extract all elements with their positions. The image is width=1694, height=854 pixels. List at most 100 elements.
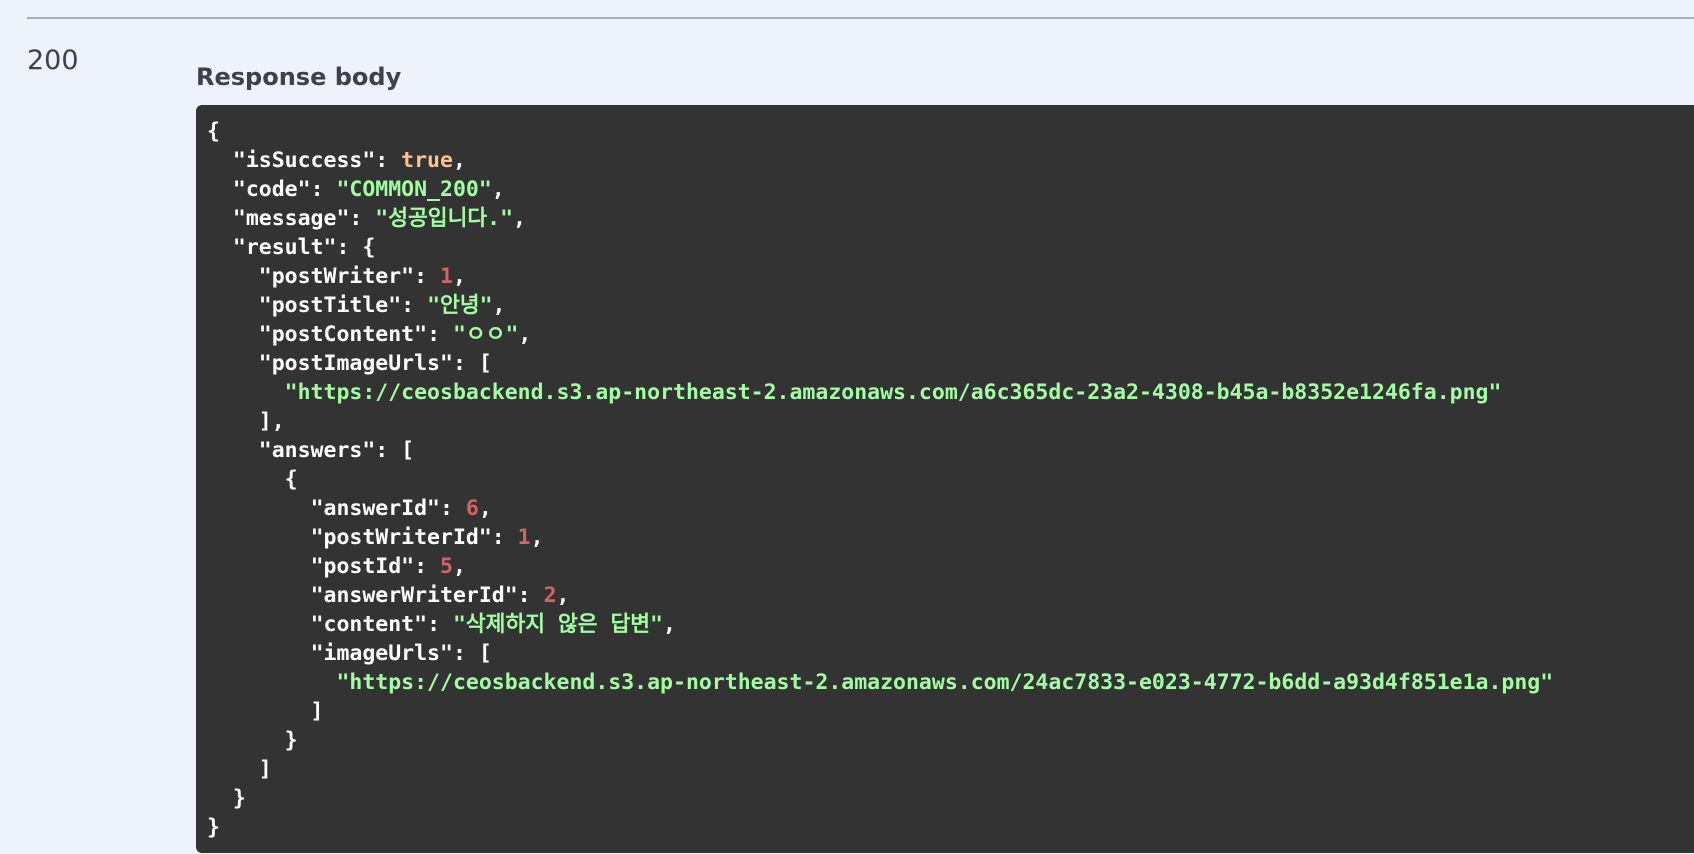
json-punctuation [207,206,233,231]
json-punctuation: : [414,554,441,579]
json-punctuation: : [ [452,641,492,666]
code-line: "isSuccess": true, [207,146,1694,175]
code-line: "postContent": "ㅇㅇ", [207,320,1694,349]
json-punctuation [207,177,233,202]
json-punctuation: : [ [375,438,415,463]
json-punctuation: : [ [452,351,492,376]
response-body-code-block[interactable]: { "isSuccess": true, "code": "COMMON_200… [196,105,1694,853]
json-punctuation: } [207,728,298,753]
code-line: } [207,813,1694,842]
json-number: 5 [440,554,453,579]
json-key: "answerWriterId" [310,583,518,608]
json-punctuation: , [452,148,466,173]
json-punctuation [207,612,311,637]
code-line: "postImageUrls": [ [207,349,1694,378]
json-string: "성공입니다." [375,206,514,231]
response-status-code: 200 [27,45,79,76]
json-punctuation: , [662,612,676,637]
json-string: "안녕" [427,293,493,318]
json-punctuation: , [491,177,505,202]
json-punctuation: } [207,786,246,811]
json-punctuation [207,583,311,608]
json-punctuation: , [530,525,544,550]
json-punctuation: : [401,293,428,318]
json-key: "code" [232,177,311,202]
json-key: "postWriter" [258,264,415,289]
json-boolean: true [401,148,453,173]
code-line: ], [207,407,1694,436]
json-punctuation: } [207,815,220,840]
json-key: "content" [310,612,428,637]
json-key: "postWriterId" [310,525,492,550]
json-number: 2 [543,583,557,608]
section-divider [27,17,1694,19]
json-string: "삭제하지 않은 답변" [452,612,663,637]
json-string: "ㅇㅇ" [452,322,519,347]
code-line: "answers": [ [207,436,1694,465]
code-line: ] [207,755,1694,784]
json-punctuation: : [517,583,544,608]
json-punctuation [207,380,285,405]
json-key: "postTitle" [258,293,402,318]
json-punctuation: ], [207,409,285,434]
json-string: "COMMON_200" [336,177,492,202]
response-body-title: Response body [196,63,402,91]
json-punctuation: , [452,264,466,289]
code-line: "postWriterId": 1, [207,523,1694,552]
json-punctuation: , [518,322,532,347]
json-punctuation [207,641,311,666]
code-line: } [207,726,1694,755]
json-punctuation: : [427,322,453,347]
json-punctuation: : [375,148,402,173]
json-number: 6 [465,496,479,521]
json-punctuation [207,525,311,550]
code-line: ] [207,697,1694,726]
json-punctuation [207,670,336,695]
code-line: { [207,465,1694,494]
json-punctuation [207,438,259,463]
json-punctuation: : [491,525,518,550]
code-line: "answerId": 6, [207,494,1694,523]
json-key: "postImageUrls" [258,351,453,376]
json-key: "postId" [310,554,415,579]
code-line: "https://ceosbackend.s3.ap-northeast-2.a… [207,668,1694,697]
code-line: "imageUrls": [ [207,639,1694,668]
json-key: "isSuccess" [232,148,376,173]
json-key: "answers" [258,438,376,463]
code-line: "message": "성공입니다.", [207,204,1694,233]
json-punctuation [207,351,259,376]
json-key: "postContent" [258,322,428,347]
json-punctuation: { [207,467,298,492]
json-punctuation [207,235,233,260]
code-line: "postWriter": 1, [207,262,1694,291]
code-line: "https://ceosbackend.s3.ap-northeast-2.a… [207,378,1694,407]
json-number: 1 [440,264,453,289]
json-punctuation: { [207,119,220,144]
json-punctuation: , [478,496,492,521]
json-punctuation [207,554,311,579]
json-punctuation [207,148,233,173]
json-string: "https://ceosbackend.s3.ap-northeast-2.a… [336,670,1554,695]
code-line: "code": "COMMON_200", [207,175,1694,204]
response-page: 200 Response body { "isSuccess": true, "… [0,0,1694,854]
json-punctuation: ] [207,699,324,724]
json-key: "imageUrls" [310,641,453,666]
json-punctuation: , [513,206,526,231]
json-key: "message" [232,206,350,231]
json-punctuation: : [310,177,337,202]
code-line: { [207,117,1694,146]
code-line: "postId": 5, [207,552,1694,581]
json-punctuation [207,496,311,521]
json-punctuation [207,264,259,289]
code-line: "result": { [207,233,1694,262]
json-punctuation: , [452,554,466,579]
json-punctuation: : [427,612,453,637]
code-line: "answerWriterId": 2, [207,581,1694,610]
json-punctuation: : { [336,235,376,260]
json-number: 1 [517,525,531,550]
code-line: } [207,784,1694,813]
code-line: "postTitle": "안녕", [207,291,1694,320]
json-key: "result" [232,235,337,260]
json-string: "https://ceosbackend.s3.ap-northeast-2.a… [284,380,1502,405]
code-line: "content": "삭제하지 않은 답변", [207,610,1694,639]
